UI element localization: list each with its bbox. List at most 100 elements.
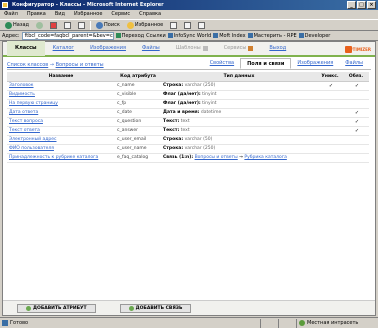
attr-code: c_question [115,117,161,127]
plus-icon [128,305,134,311]
link-name-link[interactable]: Принадлежность к рубрике каталога [7,153,115,163]
menu-tools[interactable]: Сервис [111,10,130,19]
print-button[interactable] [196,21,207,30]
nav-tab-templates[interactable]: Шаблоны [168,41,216,56]
table-row: На первую страницу c_fp Флаг (да/нет): t… [7,99,369,109]
link-rpe[interactable]: Мастерить - RPE [247,33,297,39]
header-unique: Уникс. [317,72,343,82]
attr-type: Текст: text [161,126,317,136]
address-bar: Адрес: ftbcl_code=faqbcl_parent=&bev=cl_… [0,31,378,41]
required-check [343,135,369,145]
link-infosync[interactable]: InfoSync World [167,33,211,39]
link-developer[interactable]: Developer [298,33,330,39]
browser-toolbar: Назад Поиск Избранное [0,19,378,31]
breadcrumb-current[interactable]: Вопросы и ответы [56,62,104,68]
menu-help[interactable]: Справка [139,10,161,19]
mail-button[interactable] [182,21,193,30]
attr-name-link[interactable]: Видимость [7,90,115,100]
page-icon [167,33,173,38]
forward-button[interactable] [34,21,45,30]
attr-type: Флаг (да/нет): tinyint [161,90,317,100]
template-icon [202,46,208,51]
menu-favorites[interactable]: Избранное [74,10,102,19]
tab-images[interactable]: Изображения [291,58,339,69]
attr-code: c_name [115,81,161,91]
unique-check [317,126,343,136]
stop-button[interactable] [48,21,59,30]
minimize-button[interactable]: _ [347,1,356,9]
unique-check [317,135,343,145]
nav-tab-images[interactable]: Изображения [82,41,134,56]
attr-code: c_visible [115,90,161,100]
tab-divider [7,69,371,70]
ie-icon [2,2,8,8]
nav-tab-catalog[interactable]: Каталог [45,41,82,56]
search-button[interactable]: Поиск [94,21,122,30]
required-check: ✓ [343,117,369,127]
nav-tab-logout[interactable]: Выход [261,41,294,56]
table-row: Электронный адрес c_user_email Строка: v… [7,135,369,145]
go-arrow-icon [115,33,121,38]
window-title: Конфигуратор - Классы - Microsoft Intern… [12,2,164,8]
attr-type: Дата и время: datetime [161,108,317,118]
menu-view[interactable]: Вид [55,10,65,19]
add-attribute-button[interactable]: ДОБАВИТЬ АТРИБУТ [17,303,96,313]
menu-file[interactable]: Файл [4,10,18,19]
attr-name-link[interactable]: Текст ответа [7,126,115,136]
link-source-class[interactable]: Вопросы и ответы [195,155,238,160]
table-row: Заголовок c_name Строка: varchar (250) ✓… [7,81,369,91]
attr-code: c_user_email [115,135,161,145]
attr-name-link[interactable]: Заголовок [7,81,115,91]
sub-tabs: Свойства Поля и связи Изображения Файлы [204,58,369,69]
header-code: Код атрибута [115,72,161,82]
nav-tab-services[interactable]: Сервисы [216,41,262,56]
attr-type: Строка: varchar (250) [161,81,317,91]
attr-name-link[interactable]: ФИО пользователя [7,144,115,154]
unique-check [317,153,343,163]
status-text: Готово [0,319,260,328]
required-check [343,99,369,109]
link-moft-index[interactable]: Moft Index [213,33,246,39]
required-check: ✓ [343,126,369,136]
go-button[interactable]: Переход [115,33,144,39]
link-target-class[interactable]: Рубрика каталога [244,155,286,160]
page-icon [298,33,304,38]
breadcrumb: Список классов → Вопросы и ответы [7,62,104,68]
attr-name-link[interactable]: Электронный адрес [7,135,115,145]
attr-name-link[interactable]: На первую страницу [7,99,115,109]
tab-properties[interactable]: Свойства [204,58,240,69]
breadcrumb-class-list[interactable]: Список классов [7,62,48,68]
links-label: Ссылки [146,32,166,39]
back-button[interactable]: Назад [3,21,31,30]
tab-files[interactable]: Файлы [339,58,369,69]
mail-icon [184,21,192,29]
nav-tab-classes[interactable]: Классы [7,41,45,56]
refresh-button[interactable] [62,21,73,30]
close-button[interactable]: × [367,1,376,9]
media-button[interactable] [168,21,179,30]
attr-type: Текст: text [161,117,317,127]
address-input[interactable]: ftbcl_code=faqbcl_parent=&bev=cl_code [21,31,114,40]
tab-fields-links[interactable]: Поля и связи [240,58,292,69]
add-link-button[interactable]: ДОБАВИТЬ СВЯЗЬ [119,303,192,313]
attr-name-link[interactable]: Текст вопроса [7,117,115,127]
action-bar: ДОБАВИТЬ АТРИБУТ ДОБАВИТЬ СВЯЗЬ [3,300,375,315]
printer-icon [198,21,206,29]
attr-type: Строка: varchar (250) [161,144,317,154]
star-icon [126,21,134,29]
maximize-button[interactable]: □ [357,1,366,9]
home-button[interactable] [76,21,87,30]
attributes-table: Название Код атрибута Тип данных Уникс. … [7,72,369,163]
unique-check [317,90,343,100]
media-icon [170,21,178,29]
attr-type: Флаг (да/нет): tinyint [161,99,317,109]
menu-edit[interactable]: Правка [27,10,46,19]
table-row: Дата ответа c_date Дата и время: datetim… [7,108,369,118]
unique-check [317,108,343,118]
unique-check [317,99,343,109]
favorites-button[interactable]: Избранное [125,21,165,30]
nav-tab-files[interactable]: Файлы [134,41,168,56]
attr-name-link[interactable]: Дата ответа [7,108,115,118]
table-row: Текст ответа c_answer Текст: text ✓ [7,126,369,136]
link-code: e_faq_catalog [115,153,161,163]
